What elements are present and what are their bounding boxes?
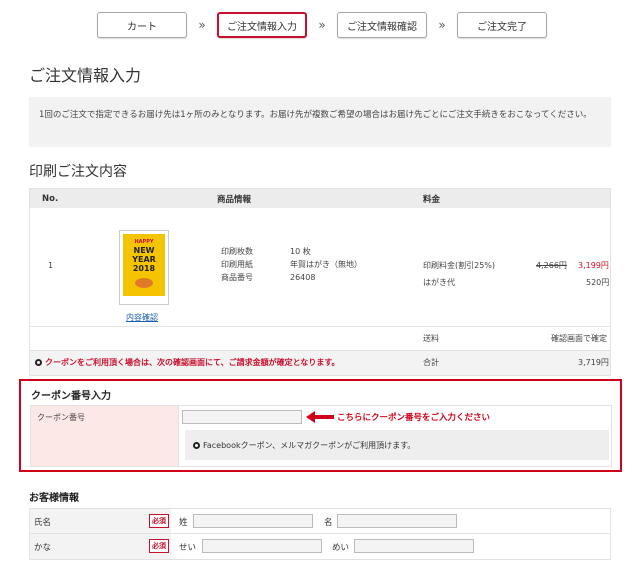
order-table: No. 商品情報 料金 1 HAPPY NEW YEAR 2018 内容確認 印… xyxy=(29,188,611,376)
card-illustration xyxy=(135,278,153,288)
last-name-input[interactable] xyxy=(193,514,313,528)
required-badge: 必須 xyxy=(149,539,169,553)
header-product: 商品情報 xyxy=(217,194,252,205)
customer-label-cell: 氏名 必須 xyxy=(30,509,171,533)
original-price: 4,266円 xyxy=(536,261,567,270)
shipping-label: 送料 xyxy=(423,334,439,343)
customer-table: 氏名 必須 姓 名 かな 必須 せい めい xyxy=(29,508,611,560)
step-label: カート xyxy=(127,21,157,33)
order-section-title: 印刷ご注文内容 xyxy=(29,164,127,180)
discounted-price: 3,199円 xyxy=(578,261,609,270)
delivery-notice: 1回のご注文で指定できるお届け先は1ヶ所のみとなります。お届け先が複数ご希望の場… xyxy=(29,97,611,147)
last-name-kana-label: せい xyxy=(179,543,197,553)
coupon-section: クーポン番号入力 クーポン番号 こちらにクーポン番号をご入力ください Faceb… xyxy=(19,379,622,472)
arrow-left-icon xyxy=(306,411,334,423)
step-label: ご注文情報入力 xyxy=(227,21,297,33)
first-name-kana-input[interactable] xyxy=(354,539,474,553)
card-text-line: NEW xyxy=(133,246,155,255)
shipping-row: 送料 確認画面で確定 xyxy=(30,327,610,351)
card-text-line: YEAR xyxy=(132,255,156,264)
step-order-confirm: ご注文情報確認 xyxy=(337,12,427,38)
order-item-row: 1 HAPPY NEW YEAR 2018 内容確認 印刷枚数 10 枚 印刷用… xyxy=(30,208,610,327)
customer-name-row: 氏名 必須 姓 名 xyxy=(30,509,610,534)
header-price: 料金 xyxy=(423,194,441,205)
first-name-kana-label: めい xyxy=(332,543,350,553)
customer-section-title: お客様情報 xyxy=(29,493,79,504)
item-number: 1 xyxy=(48,261,54,270)
customer-kana-row: かな 必須 せい めい xyxy=(30,534,610,559)
card-thumbnail[interactable]: HAPPY NEW YEAR 2018 xyxy=(119,230,169,305)
bullet-icon xyxy=(35,359,42,366)
detail-value: 26408 xyxy=(290,273,316,282)
step-order-complete: ご注文完了 xyxy=(457,12,547,38)
preview-link[interactable]: 内容確認 xyxy=(126,312,158,323)
detail-value: 10 枚 xyxy=(290,247,311,256)
customer-label: かな xyxy=(34,543,52,553)
header-no: No. xyxy=(42,193,59,204)
charge-label: 印刷料金(割引25%) xyxy=(423,261,496,270)
coupon-label: クーポン番号 xyxy=(37,413,85,422)
card-text-line: 2018 xyxy=(132,264,156,273)
bullet-icon xyxy=(193,442,200,449)
step-separator: » xyxy=(318,18,326,32)
detail-label: 印刷枚数 xyxy=(221,247,253,256)
step-separator: » xyxy=(438,18,446,32)
detail-label: 商品番号 xyxy=(221,273,253,282)
last-name-label: 姓 xyxy=(179,518,188,528)
card-text-line: HAPPY xyxy=(134,239,154,245)
checkout-steps: カート » ご注文情報入力 » ご注文情報確認 » ご注文完了 xyxy=(97,12,547,38)
coupon-number-input[interactable] xyxy=(182,410,302,424)
charge-label: はがき代 xyxy=(423,278,455,287)
first-name-input[interactable] xyxy=(337,514,457,528)
coupon-note-text-wrap: Facebookクーポン、メルマガクーポンがご利用頂けます。 xyxy=(193,440,415,451)
coupon-note: Facebookクーポン、メルマガクーポンがご利用頂けます。 xyxy=(185,430,609,460)
customer-label-cell: かな 必須 xyxy=(30,534,171,559)
coupon-table: クーポン番号 こちらにクーポン番号をご入力ください Facebookクーポン、メ… xyxy=(30,405,612,467)
step-separator: » xyxy=(198,18,206,32)
step-label: ご注文情報確認 xyxy=(347,21,417,33)
detail-value: 年賀はがき（無地） xyxy=(290,260,362,269)
coupon-note-text: Facebookクーポン、メルマガクーポンがご利用頂けます。 xyxy=(203,441,416,450)
step-label: ご注文完了 xyxy=(477,21,527,33)
step-cart[interactable]: カート xyxy=(97,12,187,38)
last-name-kana-input[interactable] xyxy=(202,539,322,553)
coupon-notice-text: クーポンをご利用頂く場合は、次の確認画面にて、ご請求金額が確定となります。 xyxy=(45,358,340,367)
page-title: ご注文情報入力 xyxy=(29,66,142,85)
step-order-info-input: ご注文情報入力 xyxy=(217,12,307,38)
customer-label: 氏名 xyxy=(34,518,52,528)
shipping-value: 確認画面で確定 xyxy=(551,334,607,343)
order-table-header: No. 商品情報 料金 xyxy=(30,189,610,208)
coupon-label-cell: クーポン番号 xyxy=(31,406,179,466)
first-name-label: 名 xyxy=(324,518,333,528)
detail-label: 印刷用紙 xyxy=(221,260,253,269)
required-badge: 必須 xyxy=(149,514,169,528)
coupon-hint: こちらにクーポン番号をご入力ください xyxy=(337,413,491,423)
total-row: クーポンをご利用頂く場合は、次の確認画面にて、ご請求金額が確定となります。 合計… xyxy=(30,351,610,375)
total-label: 合計 xyxy=(423,358,439,367)
card-image: HAPPY NEW YEAR 2018 xyxy=(123,234,165,296)
coupon-notice: クーポンをご利用頂く場合は、次の確認画面にて、ご請求金額が確定となります。 xyxy=(35,357,340,368)
charge-value: 520円 xyxy=(586,278,610,287)
coupon-title: クーポン番号入力 xyxy=(31,391,111,402)
total-value: 3,719円 xyxy=(578,358,609,367)
